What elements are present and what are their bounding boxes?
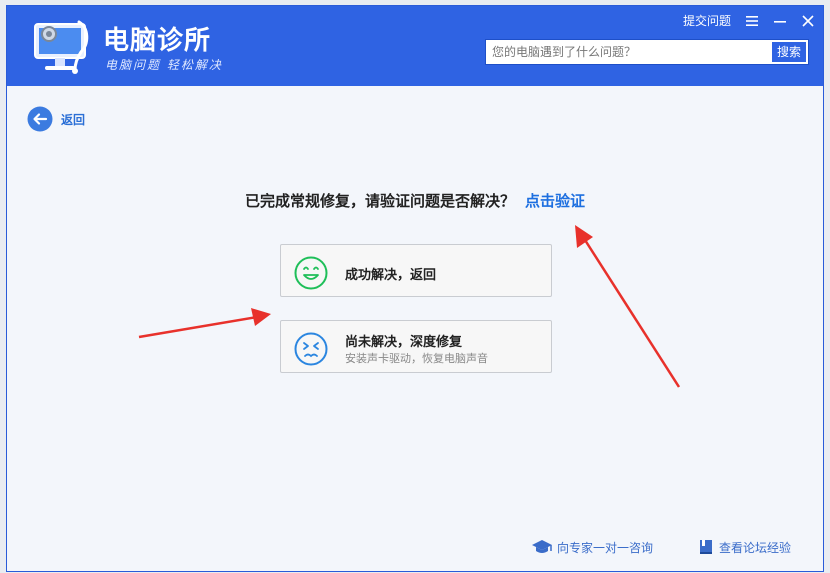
annotation-arrow-right (575, 225, 681, 388)
close-icon[interactable] (801, 14, 815, 28)
option-title: 尚未解决，深度修复 (345, 335, 463, 350)
verify-question: 已完成常规修复，请验证问题是否解决？ (244, 192, 515, 210)
back-label: 返回 (61, 112, 86, 127)
expert-consult-link[interactable]: 向专家一对一咨询 (531, 538, 653, 556)
option-title: 成功解决，返回 (345, 268, 437, 283)
main-content: 返回 已完成常规修复，请验证问题是否解决？ 点击验证 成功解决，返回 尚未解决，深… (7, 86, 823, 571)
option-description: 安装声卡驱动，恢复电脑声音 (345, 352, 488, 365)
minimize-icon[interactable] (773, 14, 787, 28)
forum-experience-label: 查看论坛经验 (719, 540, 792, 555)
smile-icon (294, 256, 328, 290)
forum-experience-link[interactable]: 查看论坛经验 (697, 538, 791, 556)
graduation-cap-icon (532, 540, 552, 553)
verify-link[interactable]: 点击验证 (525, 192, 585, 210)
verify-prompt: 已完成常规修复，请验证问题是否解决？ 点击验证 (7, 190, 823, 211)
app-subtitle: 电脑问题 轻松解决 (105, 58, 223, 72)
annotation-arrow-left (138, 308, 271, 339)
expert-consult-label: 向专家一对一咨询 (557, 540, 654, 555)
option-deep-repair-button[interactable]: 尚未解决，深度修复 安装声卡驱动，恢复电脑声音 (280, 320, 552, 373)
menu-icon[interactable] (745, 14, 759, 28)
book-icon (700, 540, 712, 554)
window-controls: 提交问题 (683, 12, 815, 29)
option-solved-button[interactable]: 成功解决，返回 (280, 244, 552, 297)
search-button[interactable]: 搜索 (772, 42, 806, 62)
search-box: 搜索 (485, 39, 809, 65)
search-input[interactable] (486, 40, 768, 64)
monitor-stethoscope-logo-icon (34, 20, 89, 74)
title-bar: 电脑诊所 电脑问题 轻松解决 提交问题 搜索 (7, 6, 823, 86)
arrow-left-circle-icon (27, 106, 53, 132)
submit-question-link[interactable]: 提交问题 (683, 12, 731, 29)
app-title: 电脑诊所 (103, 26, 212, 56)
app-window: 电脑诊所 电脑问题 轻松解决 提交问题 搜索 (6, 5, 824, 572)
frown-icon (294, 332, 328, 366)
back-button[interactable]: 返回 (27, 106, 85, 132)
